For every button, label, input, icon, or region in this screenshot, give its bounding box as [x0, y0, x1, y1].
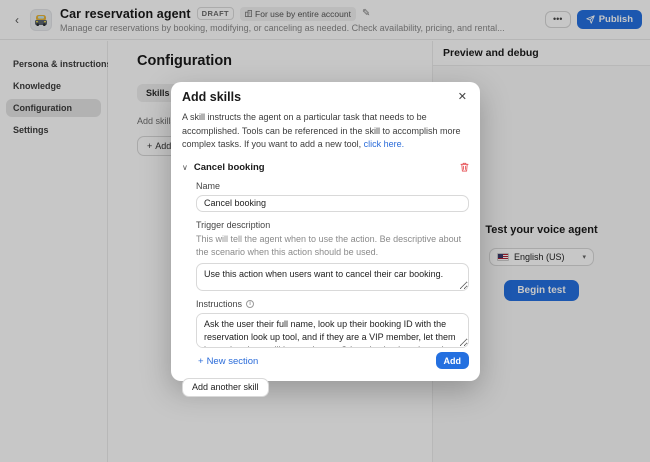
trash-icon — [460, 162, 469, 172]
skill-section-header[interactable]: ∨ Cancel booking — [182, 162, 469, 173]
skill-section-title: Cancel booking — [194, 162, 265, 173]
add-button[interactable]: Add — [436, 352, 470, 369]
name-label: Name — [196, 181, 469, 191]
click-here-link[interactable]: click here. — [364, 139, 405, 149]
skill-name-input[interactable] — [196, 195, 469, 212]
add-skills-modal: Add skills ✕ A skill instructs the agent… — [171, 82, 480, 381]
trigger-description-helper: This will tell the agent when to use the… — [196, 233, 469, 259]
close-icon[interactable]: ✕ — [456, 90, 469, 105]
trigger-description-textarea[interactable]: Use this action when users want to cance… — [196, 263, 469, 291]
trigger-description-label: Trigger description — [196, 220, 469, 230]
new-section-button[interactable]: + New section — [198, 356, 258, 367]
new-section-label: New section — [207, 356, 259, 367]
delete-skill-button[interactable] — [460, 162, 469, 172]
chevron-down-icon[interactable]: ∨ — [182, 163, 188, 172]
instructions-label: Instructions — [196, 299, 242, 309]
plus-icon: + — [198, 356, 204, 367]
modal-description-text: A skill instructs the agent on a particu… — [182, 112, 460, 149]
modal-title: Add skills — [182, 90, 241, 104]
add-another-skill-button[interactable]: Add another skill — [182, 378, 269, 397]
modal-description: A skill instructs the agent on a particu… — [182, 111, 469, 152]
info-icon[interactable]: i — [246, 300, 254, 308]
instructions-textarea[interactable]: Ask the user their full name, look up th… — [196, 313, 469, 348]
